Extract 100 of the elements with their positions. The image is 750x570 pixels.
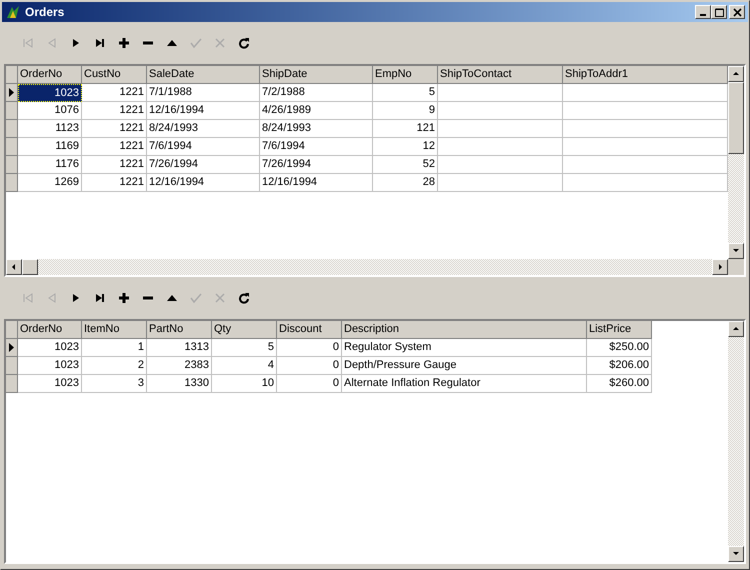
table-cell: 1023 xyxy=(18,84,82,102)
table-cell: 7/6/1994 xyxy=(147,138,260,156)
table-cell: 12/16/1994 xyxy=(147,102,260,120)
scroll-right-button[interactable] xyxy=(712,259,728,275)
table-cell: 1313 xyxy=(147,339,212,357)
horizontal-scrollbar[interactable] xyxy=(6,259,744,275)
table-cell: 10 xyxy=(212,375,277,393)
table-cell: $206.00 xyxy=(587,357,652,375)
table-cell: 0 xyxy=(277,375,342,393)
table-cell: 1169 xyxy=(18,138,82,156)
scroll-up-button[interactable] xyxy=(728,66,744,82)
column-header[interactable]: ShipToAddr1 xyxy=(563,66,728,84)
table-cell: $250.00 xyxy=(587,339,652,357)
column-header[interactable]: ShipToContact xyxy=(438,66,563,84)
table-cell: 1023 xyxy=(18,357,82,375)
vertical-scrollbar[interactable] xyxy=(728,66,744,259)
table-cell: 3 xyxy=(82,375,147,393)
maximize-button[interactable] xyxy=(711,5,727,19)
scroll-left-button[interactable] xyxy=(6,259,22,275)
refresh-icon xyxy=(238,37,250,49)
cross-icon xyxy=(214,37,226,49)
table-cell: 0 xyxy=(277,357,342,375)
table-cell: 52 xyxy=(373,156,438,174)
table-cell: 1221 xyxy=(82,174,147,192)
table-cell: 1221 xyxy=(82,84,147,102)
table-cell: 1023 xyxy=(18,375,82,393)
column-header[interactable]: ItemNo xyxy=(82,321,147,339)
last-record-icon xyxy=(94,292,106,304)
table-cell: 9 xyxy=(373,102,438,120)
table-cell: 12/16/1994 xyxy=(147,174,260,192)
scroll-down-button[interactable] xyxy=(728,546,744,562)
table-cell: $260.00 xyxy=(587,375,652,393)
table-cell: Regulator System xyxy=(342,339,587,357)
table-cell: 1221 xyxy=(82,120,147,138)
table-cell: 7/2/1988 xyxy=(260,84,373,102)
column-header[interactable]: CustNo xyxy=(82,66,147,84)
minimize-icon xyxy=(700,14,706,16)
scroll-thumb[interactable] xyxy=(22,259,38,275)
column-header[interactable]: ListPrice xyxy=(587,321,652,339)
scroll-down-button[interactable] xyxy=(728,243,744,259)
table-cell: Depth/Pressure Gauge xyxy=(342,357,587,375)
current-row-icon xyxy=(9,88,14,97)
first-record-icon xyxy=(22,292,34,304)
table-cell: 1123 xyxy=(18,120,82,138)
plus-icon xyxy=(118,37,130,49)
table-cell: 12/16/1994 xyxy=(260,174,373,192)
table-cell: 1076 xyxy=(18,102,82,120)
table-cell: 8/24/1993 xyxy=(260,120,373,138)
column-header[interactable]: SaleDate xyxy=(147,66,260,84)
cross-icon xyxy=(214,292,226,304)
last-record-icon xyxy=(94,37,106,49)
prior-record-icon xyxy=(46,292,58,304)
vertical-scrollbar[interactable] xyxy=(728,321,744,562)
plus-icon xyxy=(118,292,130,304)
table-cell: 4/26/1989 xyxy=(260,102,373,120)
column-header[interactable]: OrderNo xyxy=(18,66,82,84)
close-icon xyxy=(732,8,742,16)
close-button[interactable] xyxy=(729,5,745,19)
current-row-icon xyxy=(9,343,14,352)
table-cell: 8/24/1993 xyxy=(147,120,260,138)
table-cell: 121 xyxy=(373,120,438,138)
first-record-icon xyxy=(22,37,34,49)
table-cell: 5 xyxy=(373,84,438,102)
scroll-thumb[interactable] xyxy=(728,82,744,154)
scroll-up-button[interactable] xyxy=(728,321,744,337)
table-cell: 7/1/1988 xyxy=(147,84,260,102)
scrollbar-corner xyxy=(728,259,744,275)
table-cell: 28 xyxy=(373,174,438,192)
table-cell: 1221 xyxy=(82,138,147,156)
column-header[interactable]: PartNo xyxy=(147,321,212,339)
table-cell: 1023 xyxy=(18,339,82,357)
column-header[interactable]: Description xyxy=(342,321,587,339)
row-indicator[interactable] xyxy=(6,339,18,357)
column-header[interactable]: OrderNo xyxy=(18,321,82,339)
column-header[interactable]: ShipDate xyxy=(260,66,373,84)
table-cell: 7/6/1994 xyxy=(260,138,373,156)
app-icon xyxy=(5,4,21,20)
column-header[interactable]: Discount xyxy=(277,321,342,339)
window-title: Orders xyxy=(25,4,66,21)
table-cell: 1221 xyxy=(82,156,147,174)
table-cell: 5 xyxy=(212,339,277,357)
table-cell: 2383 xyxy=(147,357,212,375)
table-cell: 7/26/1994 xyxy=(260,156,373,174)
table-cell: 1 xyxy=(82,339,147,357)
row-indicator[interactable] xyxy=(6,84,18,102)
table-cell: 4 xyxy=(212,357,277,375)
checkmark-icon xyxy=(190,292,202,304)
table-cell: 1269 xyxy=(18,174,82,192)
column-header[interactable]: Qty xyxy=(212,321,277,339)
table-cell: 1176 xyxy=(18,156,82,174)
table-cell: 7/26/1994 xyxy=(147,156,260,174)
table-cell: Alternate Inflation Regulator xyxy=(342,375,587,393)
column-header[interactable]: EmpNo xyxy=(373,66,438,84)
table-cell: 12 xyxy=(373,138,438,156)
minimize-button[interactable] xyxy=(695,5,711,19)
prior-record-icon xyxy=(46,37,58,49)
refresh-icon xyxy=(238,292,250,304)
table-cell: 0 xyxy=(277,339,342,357)
table-cell: 2 xyxy=(82,357,147,375)
maximize-icon xyxy=(714,8,724,16)
